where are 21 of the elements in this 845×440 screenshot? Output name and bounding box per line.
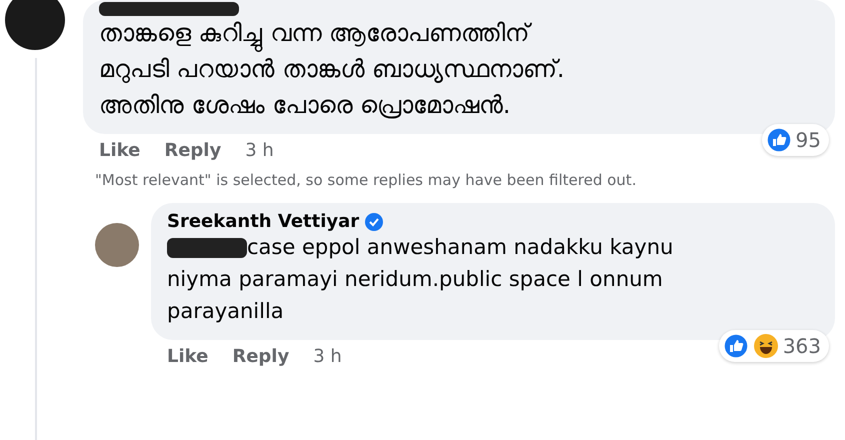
timestamp: 3 h bbox=[245, 140, 274, 161]
reaction-summary[interactable]: 95 bbox=[762, 124, 829, 156]
action-link[interactable]: Reply bbox=[164, 140, 222, 161]
timestamp: 3 h bbox=[313, 346, 342, 367]
laughing-face-icon bbox=[752, 333, 779, 359]
action-link[interactable]: Like bbox=[99, 140, 140, 161]
thumbs-up-icon bbox=[766, 127, 792, 153]
thumbs-up-icon bbox=[722, 333, 749, 359]
comment-text: case eppol anweshanam nadakku kaynu bbox=[247, 234, 674, 262]
reaction-summary[interactable]: 363 bbox=[718, 330, 829, 362]
comment-text: മറുപടി പറയാൻ താങ്കൾ ബാധ്യസ്ഥനാണ്. bbox=[99, 54, 565, 86]
comment-text: അതിനു ശേഷം പോരെ പ്രൊമോഷൻ. bbox=[99, 90, 511, 122]
filter-notice: "Most relevant" is selected, so some replies may have been filtered out. bbox=[95, 170, 636, 191]
reaction-count: 95 bbox=[796, 128, 821, 152]
comment-text: niyma paramayi neridum.public space l onnum bbox=[167, 266, 663, 294]
author-name[interactable]: Sreekanth Vettiyar bbox=[167, 211, 360, 232]
comment-text: parayanilla bbox=[167, 298, 284, 326]
avatar[interactable] bbox=[5, 0, 65, 50]
action-link[interactable]: Like bbox=[167, 346, 208, 367]
reaction-count: 363 bbox=[782, 334, 821, 358]
action-link[interactable]: Reply bbox=[232, 346, 290, 367]
